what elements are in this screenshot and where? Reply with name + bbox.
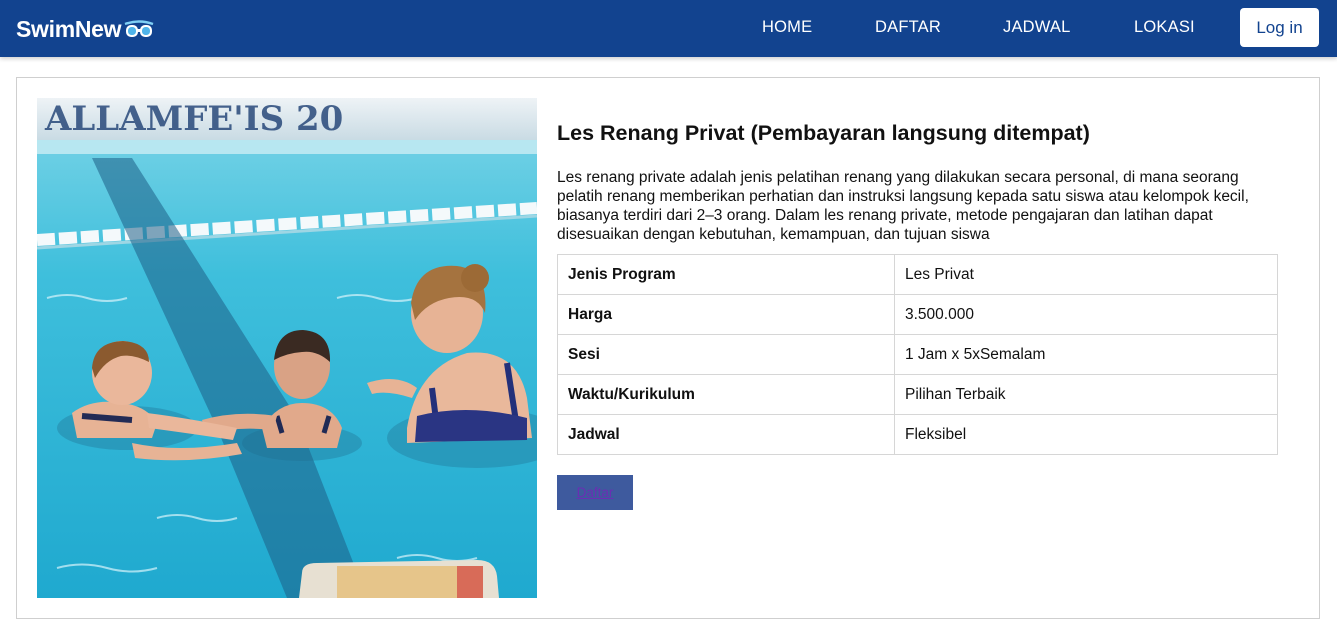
table-row: Jadwal Fleksibel bbox=[557, 414, 1278, 455]
nav-link-daftar[interactable]: DAFTAR bbox=[875, 18, 941, 37]
row-label: Harga bbox=[557, 294, 895, 335]
program-details: Les Renang Privat (Pembayaran langsung d… bbox=[557, 120, 1279, 510]
nav-link-home[interactable]: HOME bbox=[762, 18, 812, 37]
row-label: Jenis Program bbox=[557, 254, 895, 295]
nav-link-jadwal[interactable]: JADWAL bbox=[1003, 18, 1071, 37]
nav-link-lokasi[interactable]: LOKASI bbox=[1134, 18, 1195, 37]
daftar-button[interactable]: Daftar bbox=[557, 475, 633, 510]
brand-name: SwimNew bbox=[16, 15, 122, 42]
program-title: Les Renang Privat (Pembayaran langsung d… bbox=[557, 121, 1090, 145]
program-description: Les renang private adalah jenis pelatiha… bbox=[557, 169, 1249, 243]
swimming-lesson-photo: ALLAMFE'IS 20 bbox=[37, 98, 537, 598]
table-row: Sesi 1 Jam x 5xSemalam bbox=[557, 334, 1278, 375]
row-label: Waktu/Kurikulum bbox=[557, 374, 895, 415]
row-value: Fleksibel bbox=[894, 414, 1278, 455]
table-row: Waktu/Kurikulum Pilihan Terbaik bbox=[557, 374, 1278, 415]
program-card: ALLAMFE'IS 20 Les Renang Privat (Pembaya… bbox=[16, 77, 1320, 619]
banner-text: ALLAMFE'IS 20 bbox=[44, 99, 343, 139]
table-row: Jenis Program Les Privat bbox=[557, 254, 1278, 295]
row-label: Jadwal bbox=[557, 414, 895, 455]
row-label: Sesi bbox=[557, 334, 895, 375]
goggles-icon bbox=[124, 18, 154, 40]
row-value: 1 Jam x 5xSemalam bbox=[894, 334, 1278, 375]
row-value: Les Privat bbox=[894, 254, 1278, 295]
row-value: Pilihan Terbaik bbox=[894, 374, 1278, 415]
top-navbar: SwimNew HOME DAFTAR JADWAL LOKASI Log in bbox=[0, 0, 1337, 57]
table-row: Harga 3.500.000 bbox=[557, 294, 1278, 335]
login-button[interactable]: Log in bbox=[1240, 8, 1319, 47]
row-value: 3.500.000 bbox=[894, 294, 1278, 335]
program-info-table: Jenis Program Les Privat Harga 3.500.000… bbox=[557, 254, 1278, 455]
brand-logo[interactable]: SwimNew bbox=[16, 14, 154, 44]
